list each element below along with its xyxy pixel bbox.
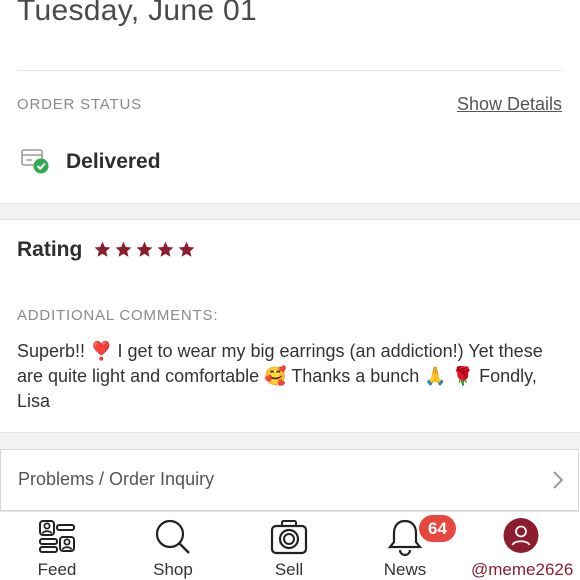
show-details-link[interactable]: Show Details <box>457 94 562 115</box>
star-icon <box>115 241 132 257</box>
page-title: Tuesday, June 01 <box>17 0 257 27</box>
tab-label: Sell <box>274 560 304 579</box>
comments-label: ADDITIONAL COMMENTS: <box>17 307 219 324</box>
star-icon <box>136 241 153 257</box>
divider <box>17 70 563 71</box>
order-inquiry-button[interactable]: Problems / Order Inquiry <box>0 449 579 511</box>
bottom-tab-bar: Feed Shop Sell 64 News @meme2626 <box>0 511 580 580</box>
tab-profile[interactable]: @meme2626 <box>471 512 574 580</box>
person-icon <box>511 525 531 546</box>
tab-sell[interactable]: Sell <box>239 512 339 580</box>
star-icon <box>94 241 111 257</box>
tab-label: Shop <box>153 560 193 579</box>
comment-text: Superb!! ❣️ I get to wear my big earring… <box>17 341 543 411</box>
star-icon <box>157 241 174 257</box>
rating-label: Rating <box>17 238 83 261</box>
tab-news[interactable]: 64 News <box>355 512 456 580</box>
section-separator <box>0 203 580 220</box>
section-separator <box>0 432 580 449</box>
star-icon <box>178 241 195 257</box>
notification-badge: 64 <box>419 515 456 542</box>
order-status-value: Delivered <box>66 150 161 173</box>
tab-label: Feed <box>37 560 77 579</box>
tab-label: News <box>383 560 427 579</box>
delivered-box-check-icon <box>21 149 49 174</box>
profile-handle: @meme2626 <box>471 560 574 579</box>
order-inquiry-label: Problems / Order Inquiry <box>18 469 215 489</box>
star-rating <box>93 240 196 259</box>
tab-feed[interactable]: Feed <box>7 512 107 580</box>
camera-icon <box>270 520 308 555</box>
feed-icon <box>39 520 75 553</box>
tab-shop[interactable]: Shop <box>123 512 223 580</box>
order-status-label: ORDER STATUS <box>17 96 142 113</box>
chevron-right-icon <box>553 471 564 489</box>
profile-avatar-icon <box>503 518 539 553</box>
search-icon <box>155 519 190 554</box>
